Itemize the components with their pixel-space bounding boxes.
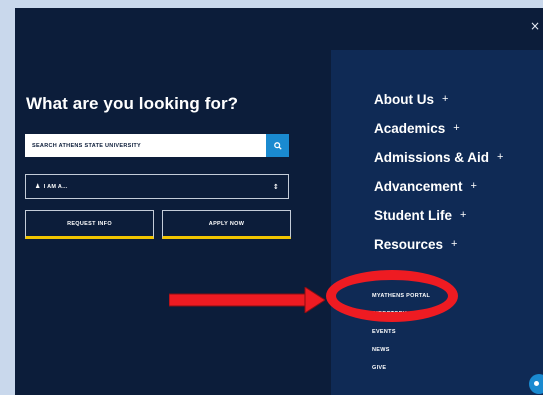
expand-plus-icon[interactable]: + (460, 209, 466, 221)
expand-plus-icon[interactable]: + (471, 180, 477, 192)
i-am-a-value: ♟ I AM A... (35, 183, 68, 190)
search-bar (25, 134, 289, 157)
apply-now-button[interactable]: APPLY NOW (162, 210, 291, 239)
expand-plus-icon[interactable]: + (451, 238, 457, 250)
link-news[interactable]: NEWS (372, 346, 430, 364)
select-caret-icon: ↕ (272, 182, 279, 191)
main-nav: About Us + Academics + Admissions & Aid + A… (374, 92, 503, 266)
nav-item-student-life[interactable]: Student Life + (374, 208, 503, 237)
expand-plus-icon[interactable]: + (442, 93, 448, 105)
expand-plus-icon[interactable]: + (497, 151, 503, 163)
search-heading: What are you looking for? (26, 94, 239, 113)
chat-icon[interactable] (529, 374, 543, 394)
close-icon[interactable]: × (530, 20, 540, 32)
link-give[interactable]: GIVE (372, 364, 430, 382)
expand-plus-icon[interactable]: + (453, 122, 459, 134)
nav-item-label: Admissions & Aid (374, 150, 490, 165)
nav-item-label: Advancement (374, 179, 463, 194)
menu-overlay: × What are you looking for? ♟I AM A... ↕… (15, 8, 543, 395)
search-button[interactable] (266, 134, 289, 157)
search-input[interactable] (25, 134, 266, 157)
nav-item-label: Student Life (374, 208, 452, 223)
nav-item-admissions-aid[interactable]: Admissions & Aid + (374, 150, 503, 179)
nav-item-academics[interactable]: Academics + (374, 121, 503, 150)
nav-item-label: Resources (374, 237, 444, 252)
i-am-a-label: I AM A... (43, 184, 68, 190)
person-icon: ♟ (35, 183, 41, 190)
nav-item-advancement[interactable]: Advancement + (374, 179, 503, 208)
nav-item-resources[interactable]: Resources + (374, 237, 503, 266)
i-am-a-select[interactable]: ♟ I AM A... ↕ (25, 174, 289, 199)
nav-item-label: About Us (374, 92, 434, 107)
nav-item-about-us[interactable]: About Us + (374, 92, 503, 121)
annotation-circle (326, 270, 458, 322)
request-info-button[interactable]: REQUEST INFO (25, 210, 154, 239)
link-events[interactable]: EVENTS (372, 328, 430, 346)
nav-item-label: Academics (374, 121, 446, 136)
annotation-arrow (169, 287, 325, 313)
search-icon (273, 141, 282, 150)
nav-panel: About Us + Academics + Admissions & Aid + A… (331, 50, 543, 395)
